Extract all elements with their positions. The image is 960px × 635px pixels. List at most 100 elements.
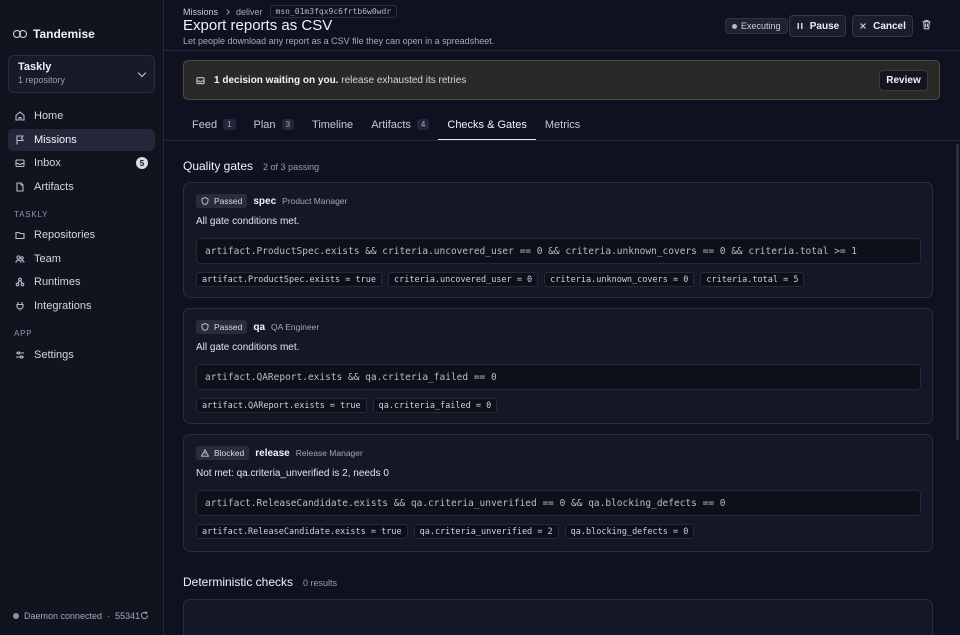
nav-item-missions[interactable]: Missions <box>8 128 155 151</box>
gate-value-chip: qa.blocking_defects = 0 <box>564 524 695 539</box>
nav-item-label: Artifacts <box>34 180 74 193</box>
status-badge: Passed <box>196 320 248 334</box>
gate-value-chip: artifact.ProductSpec.exists = true <box>196 272 382 287</box>
gate-value-chip: criteria.uncovered_user = 0 <box>388 272 539 287</box>
status-text: Blocked <box>214 448 245 458</box>
status-dot <box>13 613 19 619</box>
gate-value-chip: artifact.ReleaseCandidate.exists = true <box>196 524 408 539</box>
gate-header: Blocked release Release Manager <box>196 446 363 460</box>
cancel-label: Cancel <box>873 20 906 32</box>
nav-item-home[interactable]: Home <box>8 105 155 127</box>
gate-value-chip: artifact.QAReport.exists = true <box>196 398 367 413</box>
refresh-icon[interactable] <box>140 611 149 620</box>
gate-value-chip: criteria.unknown_covers = 0 <box>544 272 695 287</box>
tab-plan[interactable]: Plan 3 <box>245 109 303 140</box>
workspace-nav: Repositories Team Runtimes Integrations <box>8 224 155 318</box>
sliders-icon <box>16 351 24 359</box>
status-badge: Passed <box>196 194 248 208</box>
tab-label: Metrics <box>544 118 581 131</box>
breadcrumb-deliver[interactable]: deliver <box>236 7 263 17</box>
tab-label: Plan <box>253 118 276 131</box>
workspace-switcher[interactable]: Taskly 1 repository <box>8 55 155 93</box>
sidebar: Tandemise Taskly 1 repository Home Missi… <box>0 0 164 635</box>
nav-item-inbox[interactable]: Inbox 5 <box>8 152 155 174</box>
brand-name: Tandemise <box>33 27 95 41</box>
nav-item-label: Runtimes <box>34 276 81 288</box>
tab-count: 4 <box>416 119 430 130</box>
pause-button[interactable]: Pause <box>789 15 846 37</box>
gate-values: artifact.ReleaseCandidate.exists = true … <box>196 524 695 539</box>
nav-item-team[interactable]: Team <box>8 248 155 270</box>
nav-item-settings[interactable]: Settings <box>8 344 155 366</box>
nav-item-integrations[interactable]: Integrations <box>8 295 155 317</box>
page-title: Export reports as CSV <box>183 17 333 34</box>
gate-message: Not met: qa.criteria_unverified is 2, ne… <box>196 468 389 479</box>
trash-icon[interactable] <box>921 19 932 30</box>
tab-count: 3 <box>281 119 295 130</box>
gate-values: artifact.ProductSpec.exists = true crite… <box>196 272 805 287</box>
scrollbar[interactable] <box>956 144 959 440</box>
status-badge: Executing <box>725 18 788 34</box>
review-button[interactable]: Review <box>879 70 928 91</box>
gate-message: All gate conditions met. <box>196 216 300 227</box>
pause-label: Pause <box>809 20 840 32</box>
section-title: Deterministic checks <box>183 575 294 589</box>
gate-value-chip: qa.criteria_failed = 0 <box>372 398 498 413</box>
shield-icon <box>201 197 209 205</box>
gate-value-chip: qa.criteria_unverified = 2 <box>413 524 559 539</box>
tab-checks-gates[interactable]: Checks & Gates <box>438 109 537 140</box>
quality-gates-heading: Quality gates 2 of 3 passing <box>183 159 319 173</box>
breadcrumb-missions[interactable]: Missions <box>183 7 218 17</box>
decision-text: release exhausted its retries <box>341 74 467 86</box>
tab-label: Feed <box>192 118 218 131</box>
gate-role: Product Manager <box>282 196 348 206</box>
gate-role: QA Engineer <box>271 322 320 332</box>
tab-timeline[interactable]: Timeline <box>303 109 362 140</box>
main-content: Missions deliver msn_01m3fqx9c6frtb6w0wd… <box>164 0 960 635</box>
tab-artifacts[interactable]: Artifacts 4 <box>362 109 438 140</box>
brand[interactable]: Tandemise <box>13 27 95 41</box>
gate-name: release <box>255 447 290 459</box>
daemon-status-text: Daemon connected <box>24 611 103 621</box>
gate-role: Release Manager <box>295 448 363 458</box>
nav-section-taskly: TASKLY <box>14 210 49 219</box>
deterministic-checks-heading: Deterministic checks 0 results <box>183 575 337 589</box>
nav-item-artifacts[interactable]: Artifacts <box>8 176 155 198</box>
inbox-icon <box>196 76 205 84</box>
runtime-icon <box>15 277 25 287</box>
nav-item-label: Home <box>34 110 64 122</box>
tab-label: Checks & Gates <box>447 118 527 131</box>
section-title: Quality gates <box>183 159 254 173</box>
app-nav: Settings <box>8 344 155 368</box>
nav-item-label: Team <box>34 252 61 265</box>
tab-bar: Feed 1 Plan 3 Timeline Artifacts 4 Check… <box>183 109 589 140</box>
tab-feed[interactable]: Feed 1 <box>183 109 245 140</box>
primary-nav: Home Missions Inbox 5 Artifacts <box>8 105 155 199</box>
gate-header: Passed spec Product Manager <box>196 194 347 208</box>
gate-values: artifact.QAReport.exists = true qa.crite… <box>196 398 498 413</box>
tab-count: 1 <box>223 119 236 130</box>
nav-item-label: Inbox <box>34 157 61 169</box>
home-icon <box>15 111 25 121</box>
divider <box>164 50 960 51</box>
chevron-right-icon <box>224 8 230 15</box>
checks-results-panel <box>183 599 933 635</box>
nav-item-runtimes[interactable]: Runtimes <box>8 271 155 293</box>
section-summary: 2 of 3 passing <box>263 162 320 172</box>
shield-icon <box>201 323 209 331</box>
status-text: Executing <box>741 21 781 31</box>
divider <box>164 140 960 141</box>
cancel-button[interactable]: Cancel <box>852 15 913 37</box>
daemon-port: 55341 <box>115 611 141 621</box>
file-icon <box>16 181 24 192</box>
gate-expression: artifact.ReleaseCandidate.exists && qa.c… <box>196 490 921 516</box>
gate-expression: artifact.ProductSpec.exists && criteria.… <box>196 238 921 264</box>
status-badge: Blocked <box>196 446 250 460</box>
close-icon <box>860 23 867 29</box>
workspace-name: Taskly <box>18 61 52 73</box>
page-subtitle: Let people download any report as a CSV … <box>183 36 495 46</box>
gate-card-qa: Passed qa QA Engineer All gate condition… <box>183 308 933 424</box>
gate-expression: artifact.QAReport.exists && qa.criteria_… <box>196 364 921 390</box>
tab-metrics[interactable]: Metrics <box>536 109 589 140</box>
nav-item-repositories[interactable]: Repositories <box>8 224 155 246</box>
